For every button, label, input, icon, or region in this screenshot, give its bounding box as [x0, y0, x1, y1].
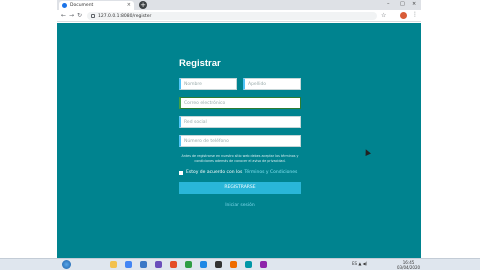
back-icon[interactable]: ←	[61, 12, 66, 19]
name-row: Nombre Apellido	[179, 78, 301, 90]
phone-input[interactable]: Número de teléfono	[179, 135, 301, 147]
tab-strip: Document × + – □ ×	[57, 0, 421, 10]
right-margin	[421, 0, 480, 258]
browser-menu-icon[interactable]: ⋮	[412, 11, 418, 18]
app-icon[interactable]	[260, 261, 267, 268]
app-icon[interactable]	[245, 261, 252, 268]
start-button[interactable]	[62, 260, 71, 269]
app-icon[interactable]	[185, 261, 192, 268]
system-tray[interactable]: ES ▲ ◀)	[352, 261, 367, 266]
maximize-button[interactable]: □	[400, 1, 405, 7]
email-input[interactable]: Correo electrónico	[179, 97, 301, 109]
app-icon[interactable]	[200, 261, 207, 268]
register-button[interactable]: REGISTRARSE	[179, 182, 301, 194]
info-icon[interactable]	[91, 14, 95, 18]
login-link[interactable]: Iniciar sesión	[179, 203, 301, 208]
page-content: Registrar Nombre Apellido Correo electró…	[57, 23, 421, 258]
app-icon[interactable]	[215, 261, 222, 268]
terms-checkbox-row: Estoy de acuerdo con los Términos y Cond…	[179, 170, 301, 175]
apellido-input[interactable]: Apellido	[243, 78, 301, 90]
profile-avatar[interactable]	[400, 12, 407, 19]
tab-close-icon[interactable]: ×	[127, 2, 131, 8]
file-explorer-icon[interactable]	[110, 261, 117, 268]
new-tab-button[interactable]: +	[139, 1, 147, 9]
terms-checkbox[interactable]	[179, 170, 183, 175]
clock-date: 03/04/2020	[397, 265, 421, 270]
terms-checkbox-label: Estoy de acuerdo con los	[186, 170, 243, 175]
app-icon[interactable]	[230, 261, 237, 268]
close-window-button[interactable]: ×	[412, 1, 416, 7]
reload-icon[interactable]: ↻	[77, 12, 82, 19]
app-icon[interactable]	[140, 261, 147, 268]
clock[interactable]: 16:45 03/04/2020	[397, 260, 420, 270]
form-title: Registrar	[179, 58, 221, 69]
minimize-button[interactable]: –	[387, 1, 390, 7]
left-margin	[0, 0, 57, 258]
browser-tab[interactable]: Document ×	[59, 1, 134, 10]
browser-toolbar: ← → ↻ 127.0.0.1:8080/register ☆ ⋮	[57, 10, 421, 22]
app-icon[interactable]	[155, 261, 162, 268]
terms-link[interactable]: Términos y Condiciones	[244, 170, 297, 175]
nombre-input[interactable]: Nombre	[179, 78, 237, 90]
url-text: 127.0.0.1:8080/register	[98, 13, 152, 19]
chrome-icon[interactable]	[125, 261, 132, 268]
address-bar[interactable]: 127.0.0.1:8080/register	[87, 12, 377, 20]
bookmark-star-icon[interactable]: ☆	[381, 12, 386, 19]
taskbar: ES ▲ ◀) 16:45 03/04/2020	[0, 258, 480, 270]
screen: Document × + – □ × ← → ↻ 127.0.0.1:8080/…	[0, 0, 480, 270]
tab-title: Document	[70, 3, 94, 8]
browser-window: Document × + – □ × ← → ↻ 127.0.0.1:8080/…	[57, 0, 421, 258]
favicon-icon	[62, 3, 67, 8]
mouse-cursor-icon	[363, 148, 371, 156]
terms-notice: Antes de registrarse en nuestro sitio we…	[181, 154, 299, 163]
forward-icon[interactable]: →	[69, 12, 74, 19]
register-form: Registrar Nombre Apellido Correo electró…	[179, 58, 301, 208]
app-icon[interactable]	[170, 261, 177, 268]
social-input[interactable]: Red social	[179, 116, 301, 128]
